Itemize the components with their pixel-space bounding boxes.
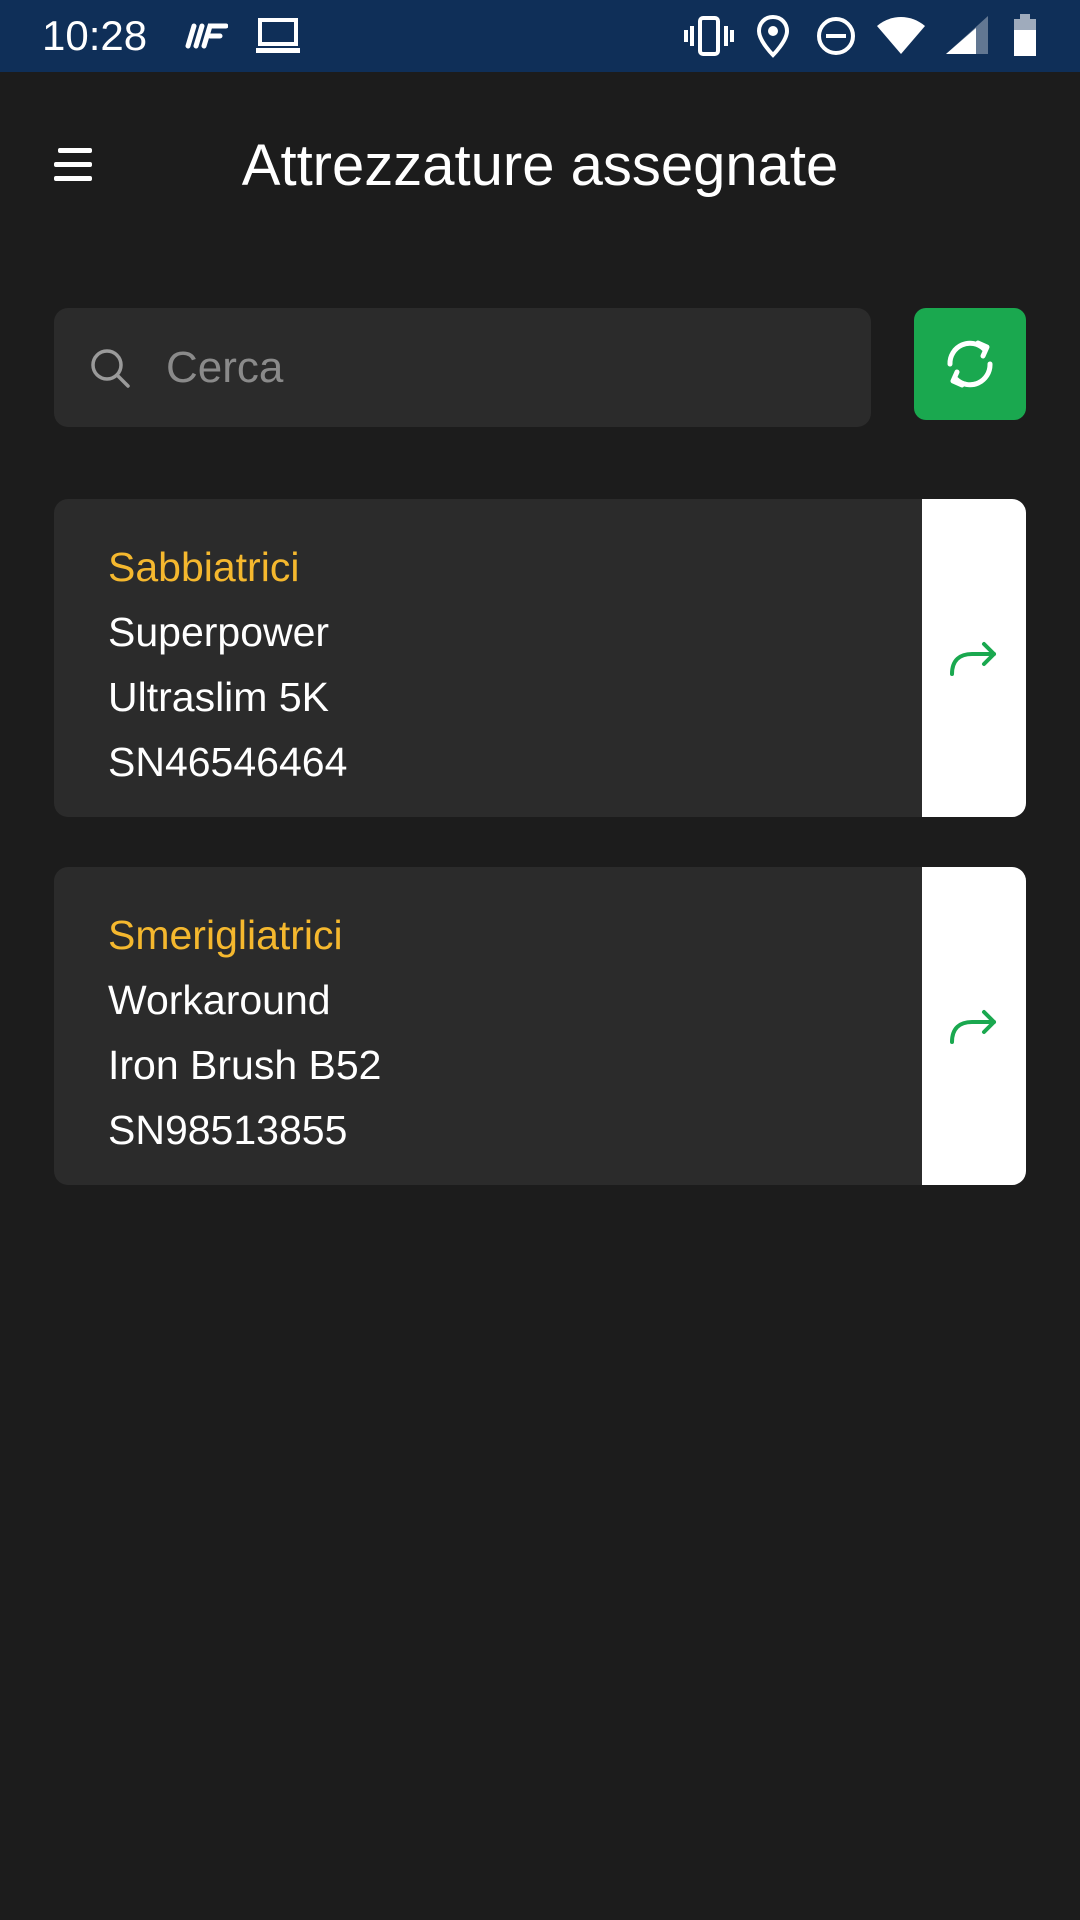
search-input[interactable]: [154, 308, 844, 427]
laptop-icon: [254, 14, 302, 58]
open-equipment-button[interactable]: [922, 499, 1026, 817]
equipment-card[interactable]: Sabbiatrici Superpower Ultraslim 5K SN46…: [54, 499, 1026, 817]
refresh-icon: [947, 340, 993, 388]
arrow-forward-icon: [950, 1010, 996, 1044]
status-time: 10:28: [42, 12, 148, 59]
equipment-card[interactable]: Smerigliatrici Workaround Iron Brush B52…: [54, 867, 1026, 1185]
equipment-brand: Superpower: [108, 609, 330, 655]
page-title: Attrezzature assegnate: [241, 133, 839, 198]
sim-icon: [184, 14, 228, 58]
location-icon: [756, 14, 790, 58]
status-bar: 10:28: [0, 0, 1080, 72]
wifi-icon: [876, 14, 926, 58]
equipment-model: Ultraslim 5K: [108, 674, 329, 720]
equipment-details: Sabbiatrici Superpower Ultraslim 5K SN46…: [108, 535, 347, 795]
battery-icon: [1012, 14, 1038, 58]
equipment-category: Sabbiatrici: [108, 544, 300, 590]
refresh-button[interactable]: [914, 308, 1026, 420]
signal-icon: [944, 14, 990, 58]
arrow-forward-icon: [950, 642, 996, 676]
equipment-model: Iron Brush B52: [108, 1042, 382, 1088]
search-box[interactable]: [54, 308, 871, 427]
equipment-serial: SN98513855: [108, 1107, 348, 1153]
equipment-serial: SN46546464: [108, 739, 348, 785]
equipment-category: Smerigliatrici: [108, 912, 343, 958]
app-bar: Attrezzature assegnate: [0, 72, 1080, 260]
open-equipment-button[interactable]: [922, 867, 1026, 1185]
equipment-brand: Workaround: [108, 977, 331, 1023]
vibrate-icon: [684, 14, 734, 58]
equipment-details: Smerigliatrici Workaround Iron Brush B52…: [108, 903, 382, 1163]
do-not-disturb-icon: [814, 14, 858, 58]
search-icon: [91, 349, 130, 388]
